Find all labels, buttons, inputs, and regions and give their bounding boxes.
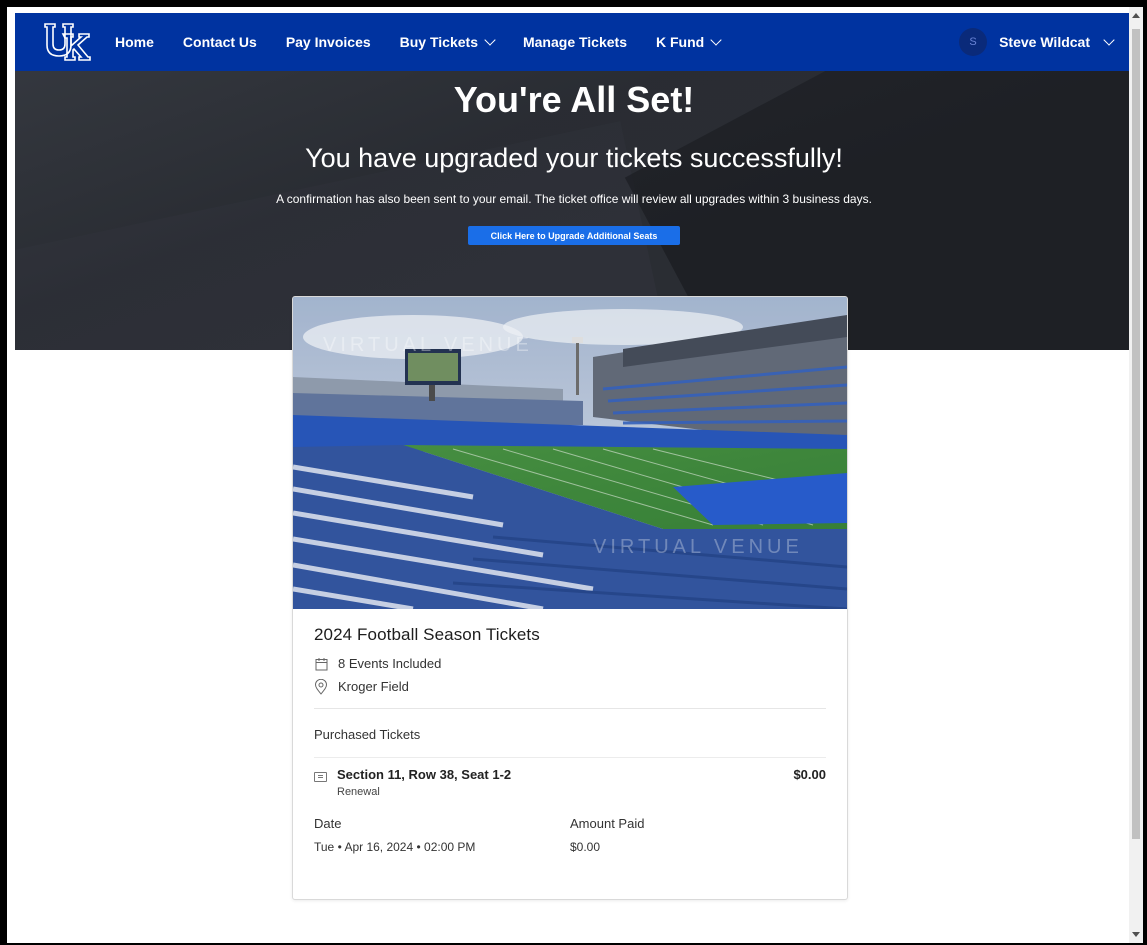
scroll-up-icon[interactable] [1132, 13, 1140, 18]
nav-pay-invoices[interactable]: Pay Invoices [286, 34, 371, 50]
top-navigation: Home Contact Us Pay Invoices Buy Tickets… [15, 13, 1133, 71]
divider [314, 708, 826, 709]
browser-page: You're All Set! You have upgraded your t… [7, 7, 1143, 943]
amount-paid-value: $0.00 [570, 840, 601, 854]
nav-manage-tickets[interactable]: Manage Tickets [523, 34, 627, 50]
purchased-tickets-heading: Purchased Tickets [314, 727, 421, 742]
vertical-scrollbar[interactable] [1129, 7, 1143, 943]
watermark: VIRTUAL VENUE [593, 536, 803, 558]
amount-paid-label: Amount Paid [570, 816, 645, 831]
watermark: VIRTUAL VENUE [323, 334, 533, 356]
date-value: Tue • Apr 16, 2024 • 02:00 PM [314, 840, 476, 854]
date-label: Date [314, 816, 342, 831]
ticket-seat: Section 11, Row 38, Seat 1-2 [337, 767, 512, 782]
chevron-down-icon [484, 33, 496, 46]
hero-subtitle: You have upgraded your tickets successfu… [305, 143, 843, 173]
chevron-down-icon [710, 33, 722, 46]
ticket-price: $0.00 [793, 767, 826, 782]
chevron-down-icon [1103, 33, 1115, 46]
scroll-down-icon[interactable] [1132, 932, 1140, 937]
venue-row: Kroger Field [314, 678, 826, 695]
hero-title: You're All Set! [453, 79, 695, 120]
location-pin-icon [314, 678, 328, 695]
ticket-card: VIRTUAL VENUE VIRTUAL VENUE 2024 Footbal… [292, 296, 848, 900]
upgrade-additional-seats-button[interactable]: Click Here to Upgrade Additional Seats [468, 226, 680, 245]
calendar-icon [314, 656, 328, 671]
ticket-icon [314, 772, 327, 782]
divider [314, 757, 826, 758]
uk-logo-icon[interactable] [37, 16, 97, 68]
nav-home[interactable]: Home [115, 34, 154, 50]
ticket-type: Renewal [337, 786, 380, 798]
nav-buy-tickets[interactable]: Buy Tickets [400, 33, 496, 50]
events-included-text: 8 Events Included [338, 656, 442, 671]
event-title: 2024 Football Season Tickets [314, 625, 540, 644]
user-menu[interactable]: S Steve Wildcat [959, 13, 1115, 71]
confirmation-note: A confirmation has also been sent to you… [276, 192, 872, 206]
ticket-line-item: Section 11, Row 38, Seat 1-2 Renewal $0.… [314, 767, 826, 798]
nav-contact-us[interactable]: Contact Us [183, 34, 257, 50]
nav-k-fund[interactable]: K Fund [656, 33, 722, 50]
stadium-image: VIRTUAL VENUE VIRTUAL VENUE [293, 297, 847, 609]
purchase-info: Date Tue • Apr 16, 2024 • 02:00 PM Amoun… [314, 816, 826, 854]
user-name: Steve Wildcat [999, 34, 1090, 50]
avatar: S [959, 28, 988, 56]
venue-text: Kroger Field [338, 679, 409, 694]
events-included-row: 8 Events Included [314, 656, 826, 671]
scrollbar-thumb[interactable] [1132, 29, 1140, 839]
